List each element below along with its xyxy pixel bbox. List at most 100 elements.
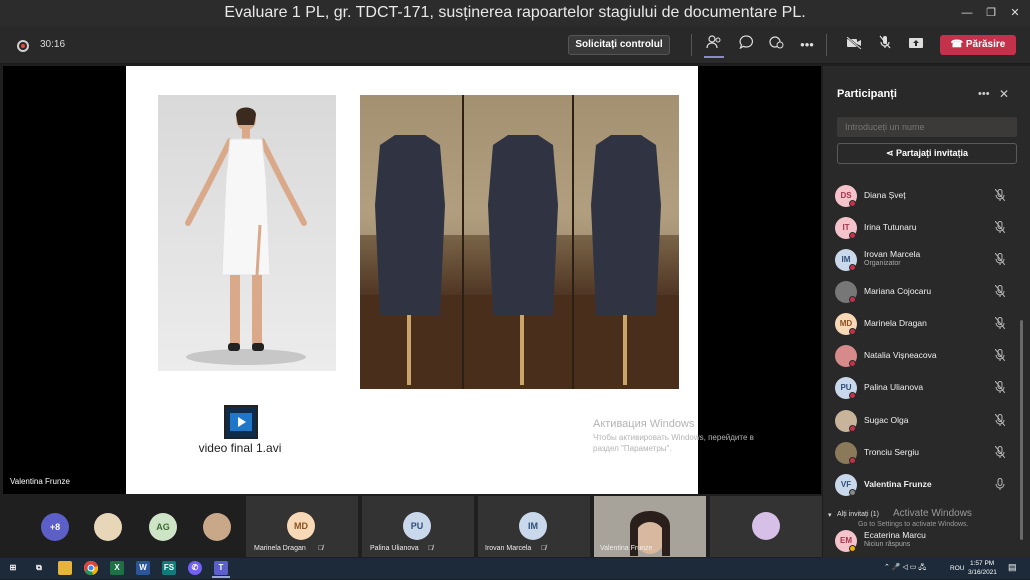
tile-name-2: Palina Ulianova xyxy=(370,545,419,552)
chrome-icon[interactable] xyxy=(84,561,99,575)
mic-off-icon[interactable] xyxy=(994,252,1006,268)
activation-watermark-text: Чтобы активировать Windows, перейдите в … xyxy=(593,433,754,453)
tile-avatar-3: IM xyxy=(519,512,547,540)
participant-role: Organizator xyxy=(864,260,901,267)
participant-row[interactable]: DS Diana Șveț xyxy=(835,184,1015,208)
request-control-button[interactable]: Solicitați controlul xyxy=(568,35,670,55)
close-window-icon[interactable]: ✕ xyxy=(1006,4,1024,22)
task-view-icon[interactable]: ⧉ xyxy=(32,561,46,575)
participant-name: Natalia Vișneacova xyxy=(864,350,937,360)
participant-row[interactable]: Sugac Olga xyxy=(835,409,1015,433)
share-invite-button[interactable]: ⋖ Partajați invitația xyxy=(837,143,1017,164)
other-invitees-label[interactable]: Alți invitați (1) xyxy=(837,511,879,518)
participant-search-input[interactable] xyxy=(837,117,1017,137)
tray-icons[interactable]: ⌃ 🎤 ◁ ▭ 🖧 xyxy=(884,563,926,574)
video-file-label: video final 1.avi xyxy=(198,441,282,455)
minimize-icon[interactable]: — xyxy=(958,4,976,22)
tile-mic-off-icon-2: 🎙̸ xyxy=(428,545,434,552)
participant-name: Mariana Cojocaru xyxy=(864,286,932,296)
mic-off-icon[interactable] xyxy=(994,188,1006,204)
mic-off-icon[interactable] xyxy=(994,284,1006,300)
participant-status: Niciun răspuns xyxy=(864,541,911,548)
participant-row[interactable]: Natalia Vișneacova xyxy=(835,344,1015,368)
participant-photo-1[interactable] xyxy=(94,513,122,541)
status-dot xyxy=(849,360,856,367)
participant-row[interactable]: VF Valentina Frunze xyxy=(835,473,1015,497)
participant-row[interactable]: IT Irina Tutunaru xyxy=(835,216,1015,240)
windows-start-icon[interactable]: ⊞ xyxy=(6,561,20,575)
clock-time[interactable]: 1:57 PM xyxy=(970,560,994,567)
panel-title: Participanți xyxy=(837,88,897,100)
participant-row[interactable]: IM Irovan Marcela Organizator xyxy=(835,248,1015,272)
toolbar-divider-2 xyxy=(826,34,827,56)
notification-center-icon[interactable]: ▤ xyxy=(1008,562,1017,573)
mic-off-icon[interactable] xyxy=(994,220,1006,236)
participant-photo-2[interactable] xyxy=(203,513,231,541)
viber-icon[interactable]: ✆ xyxy=(188,561,202,575)
window-title: Evaluare 1 PL, gr. TDCT-171, susținerea … xyxy=(224,4,806,21)
mic-off-icon[interactable] xyxy=(994,445,1006,461)
panel-close-icon[interactable]: ✕ xyxy=(999,87,1009,101)
chevron-down-icon[interactable]: ▾ xyxy=(828,511,832,519)
participant-name: Tronciu Sergiu xyxy=(864,447,919,457)
word-icon[interactable]: W xyxy=(136,561,150,575)
activation-watermark-text-2: Go to Settings to activate Windows. xyxy=(858,521,969,528)
avatar-ag[interactable]: AG xyxy=(149,513,177,541)
video-file-icon[interactable] xyxy=(224,405,258,439)
leave-button[interactable]: ☎ Părăsire xyxy=(940,35,1016,55)
camera-off-icon[interactable] xyxy=(843,35,865,55)
keyboard-language[interactable]: ROU xyxy=(950,565,964,572)
participant-name: Marinela Dragan xyxy=(864,318,927,328)
app-fs-icon[interactable]: FS xyxy=(162,561,176,575)
presenter-name: Valentina Frunze xyxy=(10,477,70,486)
participant-row[interactable]: PU Palina Ulianova xyxy=(835,376,1015,400)
toolbar-divider xyxy=(691,34,692,56)
mic-icon[interactable] xyxy=(995,478,1005,493)
chat-icon[interactable] xyxy=(735,35,757,55)
activation-watermark-title-2: Activate Windows xyxy=(893,508,972,519)
more-actions-icon[interactable]: ••• xyxy=(796,35,818,55)
participant-row[interactable]: Mariana Cojocaru xyxy=(835,280,1015,304)
status-dot xyxy=(849,489,856,496)
teams-icon[interactable]: T xyxy=(214,561,228,575)
panel-more-icon[interactable]: ••• xyxy=(978,88,990,100)
share-screen-icon[interactable] xyxy=(905,35,927,55)
participant-name: Diana Șveț xyxy=(864,190,906,200)
meeting-timer: 30:16 xyxy=(40,39,66,50)
tile-mic-off-icon-1: 🎙̸ xyxy=(318,545,324,552)
status-dot xyxy=(849,232,856,239)
tile-avatar-2: PU xyxy=(403,512,431,540)
mic-off-icon[interactable] xyxy=(994,348,1006,364)
participants-icon[interactable] xyxy=(703,35,725,55)
clock-date[interactable]: 3/16/2021 xyxy=(968,569,997,576)
tile-avatar-1: MD xyxy=(287,512,315,540)
excel-icon[interactable]: X xyxy=(110,561,124,575)
tile-name-1: Marinela Dragan xyxy=(254,545,306,552)
activation-watermark-title: Активация Windows xyxy=(593,418,695,430)
reactions-icon[interactable] xyxy=(765,35,787,55)
participant-row[interactable]: Tronciu Sergiu xyxy=(835,441,1015,465)
status-dot xyxy=(849,200,856,207)
share-invite-label: Partajați invitația xyxy=(896,148,969,158)
panel-scrollbar[interactable] xyxy=(1020,320,1023,540)
active-tab-indicator xyxy=(704,56,724,58)
status-dot xyxy=(849,392,856,399)
participant-name: Irina Tutunaru xyxy=(864,222,917,232)
mic-off-icon[interactable] xyxy=(994,316,1006,332)
status-dot xyxy=(849,457,856,464)
dress-mannequin-photos xyxy=(360,95,679,389)
dress-3d-model-image xyxy=(158,95,336,371)
mic-off-icon[interactable] xyxy=(994,380,1006,396)
invitee-row[interactable]: EM Ecaterina Marcu Niciun răspuns xyxy=(835,529,1015,553)
leave-label: Părăsire xyxy=(965,39,1006,50)
mic-off-icon[interactable] xyxy=(994,413,1006,429)
participant-row[interactable]: MD Marinela Dragan xyxy=(835,312,1015,336)
windows-taskbar xyxy=(0,558,1030,579)
status-dot xyxy=(849,264,856,271)
overflow-count-badge[interactable]: +8 xyxy=(41,513,69,541)
mic-off-icon[interactable] xyxy=(874,35,896,55)
maximize-icon[interactable]: ❐ xyxy=(982,4,1000,22)
tile-name-3: Irovan Marcela xyxy=(485,545,532,552)
file-explorer-icon[interactable] xyxy=(58,561,72,575)
status-dot xyxy=(849,296,856,303)
